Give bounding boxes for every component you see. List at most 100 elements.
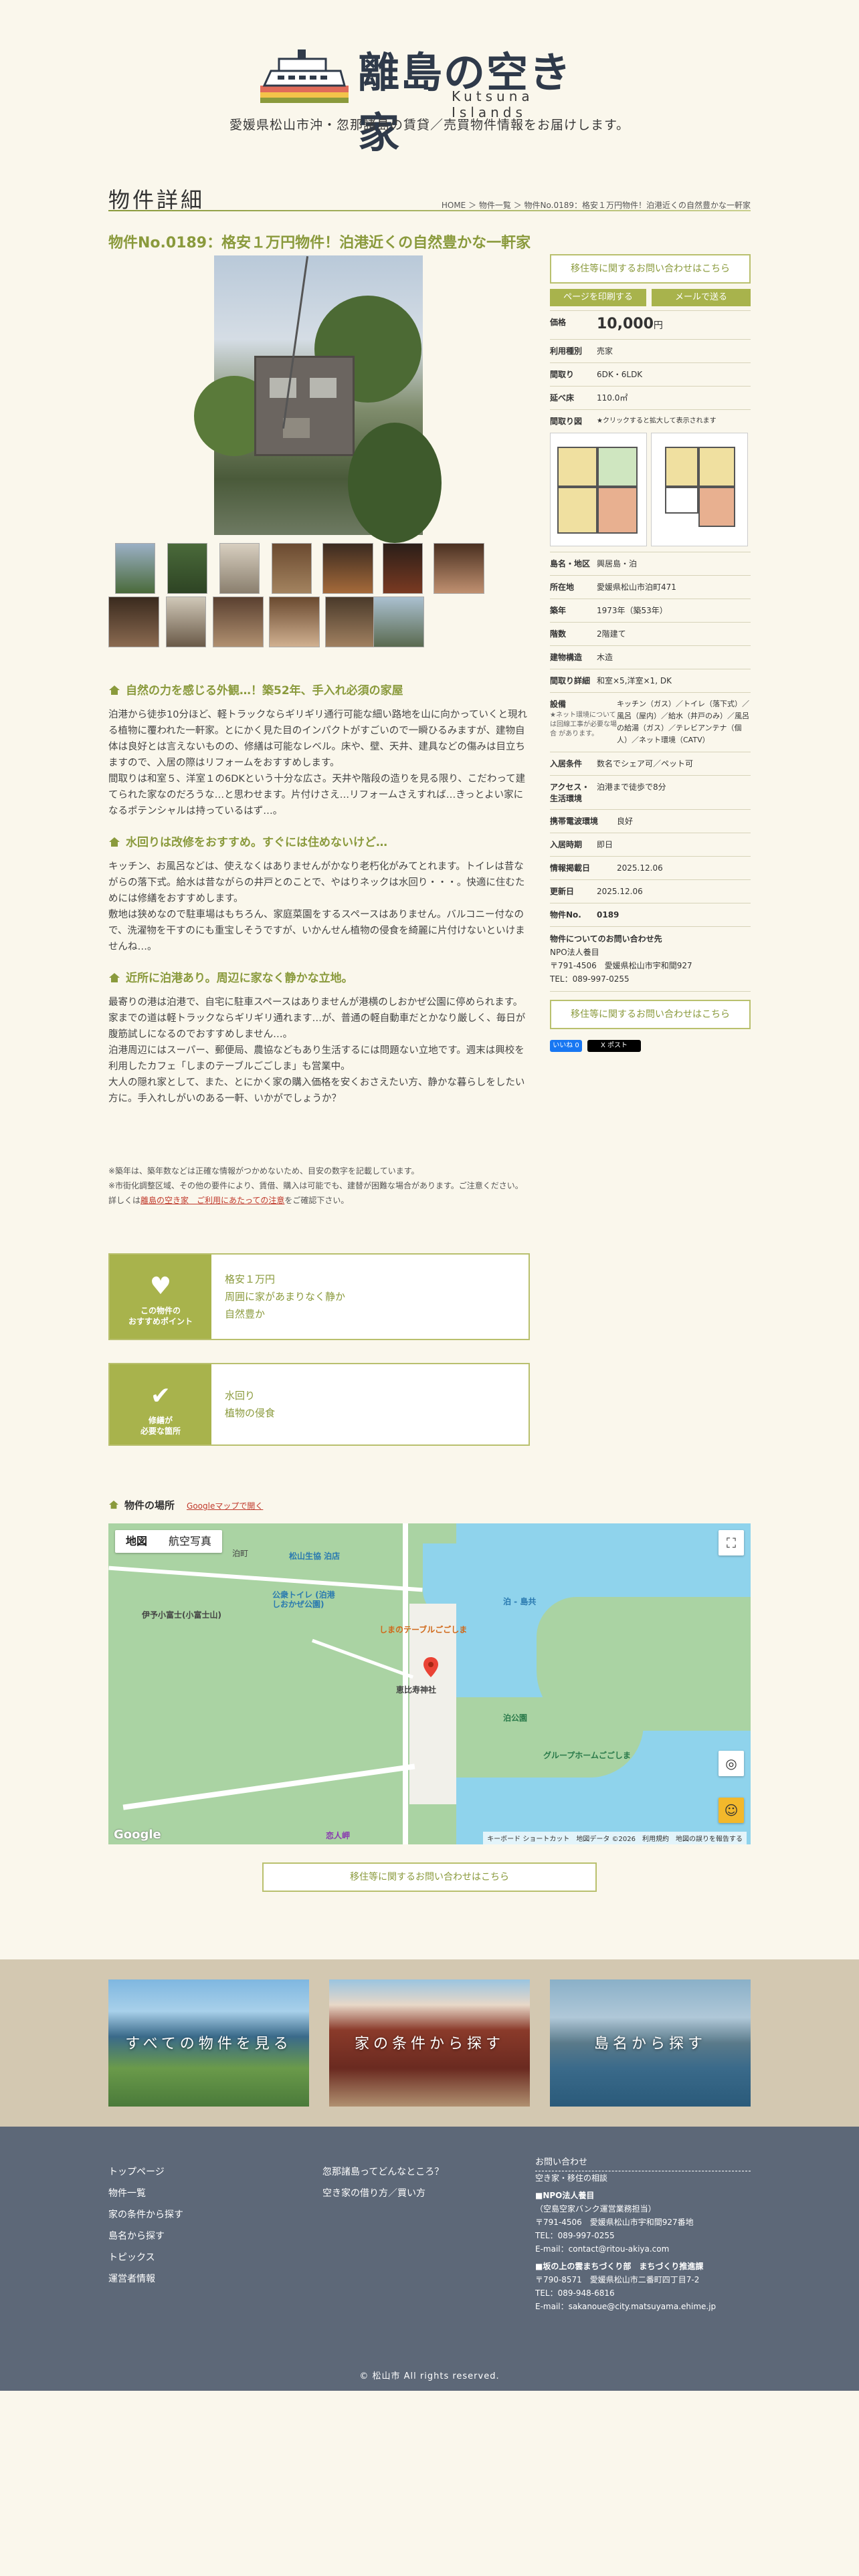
main-property-photo[interactable] — [194, 255, 442, 543]
map-label: 恵比寿神社 — [396, 1685, 437, 1695]
section-title: 水回りは改修をおすすめ。すぐには住めないけど… — [126, 836, 387, 849]
spec-value: 2025.12.06 — [617, 863, 663, 873]
section-body: 最寄りの港は泊港で、自宅に駐車スペースはありませんが港横のしおかぜ公園に停められ… — [108, 997, 526, 1104]
spec-value: キッチン（ガス）／トイレ（落下式）／風呂（屋内）／給水（井戸のみ）／風呂の給湯（… — [617, 700, 749, 744]
location-icon[interactable]: ◎ — [719, 1751, 744, 1776]
spec-key: 情報掲載日 — [550, 863, 591, 873]
fullscreen-icon[interactable]: ⛶ — [719, 1530, 744, 1555]
site-footer: トップページ 物件一覧 家の条件から探す 島名から探す トピックス 運営者情報 … — [0, 2127, 859, 2391]
thumbnail[interactable] — [322, 543, 373, 594]
footer-link[interactable]: トップページ — [108, 2161, 183, 2183]
npo-address: 〒791-4506 愛媛県松山市宇和間927番地 TEL：089-997-025… — [535, 2218, 694, 2254]
footer-nav-1: トップページ 物件一覧 家の条件から探す 島名から探す トピックス 運営者情報 — [108, 2161, 183, 2290]
floorplan-image[interactable] — [651, 433, 748, 546]
thumbnail[interactable] — [166, 597, 206, 647]
banner-section: すべての物件を見る 家の条件から探す 島名から探す — [0, 1959, 859, 2127]
thumbnail[interactable] — [383, 543, 423, 594]
street-view-icon[interactable]: ☺ — [719, 1798, 744, 1823]
thumbnail[interactable] — [213, 597, 264, 647]
floorplan-image[interactable] — [550, 433, 647, 546]
mail-button[interactable]: メールで送る — [652, 289, 751, 306]
location-pin-icon[interactable] — [423, 1657, 438, 1677]
npo-name: ■NPO法人養目 — [535, 2191, 595, 2200]
banner-all-properties[interactable]: すべての物件を見る — [108, 1979, 309, 2107]
map[interactable]: 地図 航空写真 松山生協 泊店 公衆トイレ (泊港しおかぜ公園) 泊 - 島共 し… — [108, 1523, 751, 1844]
facebook-like-button[interactable]: いいね 0 — [550, 1040, 582, 1052]
footer-link[interactable]: 忽那諸島ってどんなところ？ — [322, 2161, 444, 2183]
footer-link[interactable]: 運営者情報 — [108, 2268, 183, 2290]
map-view-button[interactable]: 地図 — [115, 1530, 158, 1553]
map-label: 松山生協 泊店 — [289, 1551, 341, 1561]
spec-value: 1973年（築53年） — [597, 606, 668, 615]
spec-key: 物件No. — [550, 910, 581, 920]
repair-label: ✔ 修繕が 必要な箇所 — [110, 1364, 211, 1444]
price-value: 10,000円 — [597, 316, 663, 334]
banner-island-search[interactable]: 島名から探す — [550, 1979, 751, 2107]
print-button[interactable]: ページを印刷する — [550, 289, 646, 306]
city-office-address: 〒790-8571 愛媛県松山市二番町四丁目7-2 TEL：089-948-68… — [535, 2275, 717, 2311]
footer-link[interactable]: 物件一覧 — [108, 2183, 183, 2204]
spec-value: 興居島・泊 — [597, 559, 638, 568]
google-logo: Google — [114, 1828, 161, 1842]
spec-key: 入居時期 — [550, 840, 583, 849]
spec-key: 間取り図 — [550, 417, 583, 426]
footer-link[interactable]: 空き家の借り方／買い方 — [322, 2183, 444, 2204]
satellite-view-button[interactable]: 航空写真 — [158, 1530, 222, 1553]
spec-key: 島名・地区 — [550, 559, 591, 568]
spec-key: 利用種別 — [550, 346, 583, 356]
footer-contact-heading: お問い合わせ — [535, 2157, 751, 2171]
label-line2: 必要な箇所 — [140, 1426, 181, 1436]
thumbnail[interactable] — [219, 543, 260, 594]
house-icon — [109, 1500, 118, 1509]
label-line2: おすすめポイント — [128, 1317, 193, 1326]
spec-value: 6DK・6LDK — [597, 370, 643, 379]
breadcrumb[interactable]: HOME ＞ 物件一覧 ＞ 物件No.0189：格安１万円物件！泊港近くの自然豊… — [442, 199, 751, 211]
spec-value: 愛媛県松山市泊町471 — [597, 582, 676, 592]
spec-value: 即日 — [597, 840, 613, 849]
google-map-link[interactable]: Googleマップで開く — [187, 1501, 263, 1511]
map-type-control: 地図 航空写真 — [115, 1530, 223, 1553]
thumbnail[interactable] — [272, 543, 312, 594]
thumbnail[interactable] — [434, 543, 484, 594]
banner-house-conditions[interactable]: 家の条件から探す — [329, 1979, 530, 2107]
spec-key: 入居条件 — [550, 759, 583, 768]
site-logo[interactable]: 離島の空き家 Kutsuna Islands — [258, 39, 605, 157]
copyright: © 松山市 All rights reserved. — [359, 2371, 500, 2381]
section-location: 近所に泊港あり。周辺に家なく静かな立地。 最寄りの港は泊港で、自宅に駐車スペース… — [108, 968, 530, 1107]
thumbnail[interactable] — [269, 597, 320, 647]
contact-body: NPO法人養目 〒791-4506 愛媛県松山市宇和間927 TEL：089-9… — [550, 948, 692, 984]
spec-table: 価格 10,000円 利用種別 売家 間取り 6DK・6LDK 延べ床 110.0㎡ 間… — [550, 310, 751, 1056]
recommend-label: ♥ この物件の おすすめポイント — [110, 1255, 211, 1339]
spec-value: 良好 — [617, 817, 634, 826]
map-label: しまのテーブルごごしま — [379, 1625, 468, 1634]
x-post-button[interactable]: X ポスト — [587, 1040, 641, 1052]
repair-item: 水回り — [225, 1390, 256, 1402]
footer-link[interactable]: 島名から探す — [108, 2226, 183, 2247]
label-line1: 修繕が — [148, 1416, 173, 1425]
check-icon: ✔ — [150, 1382, 171, 1410]
npo-sub: （空島空家バンク運営業務担当） — [535, 2204, 656, 2214]
thumbnail[interactable] — [108, 597, 159, 647]
section-body: 泊港から徒歩10分ほど、軽トラックならギリギリ通行可能な細い路地を山に向かってい… — [108, 710, 527, 817]
spec-value: 和室×5,洋室×1, DK — [597, 676, 672, 685]
sidebar-contact-button-bottom[interactable]: 移住等に関するお問い合わせはこちら — [550, 1000, 751, 1029]
point-item: 周囲に家があまりなく静か — [225, 1291, 346, 1303]
footer-contact: お問い合わせ 空き家・移住の相談 ■NPO法人養目 （空島空家バンク運営業務担当… — [535, 2157, 751, 2313]
section-title: 自然の力を感じる外観…！築52年、手入れ必須の家屋 — [126, 684, 403, 697]
spec-key: 携帯電波環境 — [550, 817, 599, 826]
site-header: 離島の空き家 Kutsuna Islands 愛媛県松山市沖・忽那諸島の賃貸／売… — [0, 0, 859, 157]
sidebar-contact-button[interactable]: 移住等に関するお問い合わせはこちら — [550, 254, 751, 284]
contact-button[interactable]: 移住等に関するお問い合わせはこちら — [262, 1862, 597, 1892]
thumbnail[interactable] — [325, 597, 376, 647]
notes-link[interactable]: 離島の空き家 ご利用にあたっての注意 — [140, 1196, 284, 1205]
spec-value: 泊港まで徒歩で8分 — [597, 782, 666, 792]
map-attribution[interactable]: キーボード ショートカット 地図データ ©2026 利用規約 地図の誤りを報告す… — [483, 1832, 747, 1844]
contact-info: 物件についてのお問い合わせ先 NPO法人養目 〒791-4506 愛媛県松山市宇和… — [550, 927, 751, 992]
footer-link[interactable]: トピックス — [108, 2247, 183, 2268]
spec-value: 0189 — [597, 910, 619, 920]
recommend-points: ♥ この物件の おすすめポイント 格安１万円 周囲に家があまりなく静か 自然豊か — [108, 1253, 530, 1340]
thumbnail[interactable] — [115, 543, 155, 594]
thumbnail[interactable] — [373, 597, 424, 647]
footer-link[interactable]: 家の条件から探す — [108, 2204, 183, 2226]
thumbnail[interactable] — [167, 543, 207, 594]
